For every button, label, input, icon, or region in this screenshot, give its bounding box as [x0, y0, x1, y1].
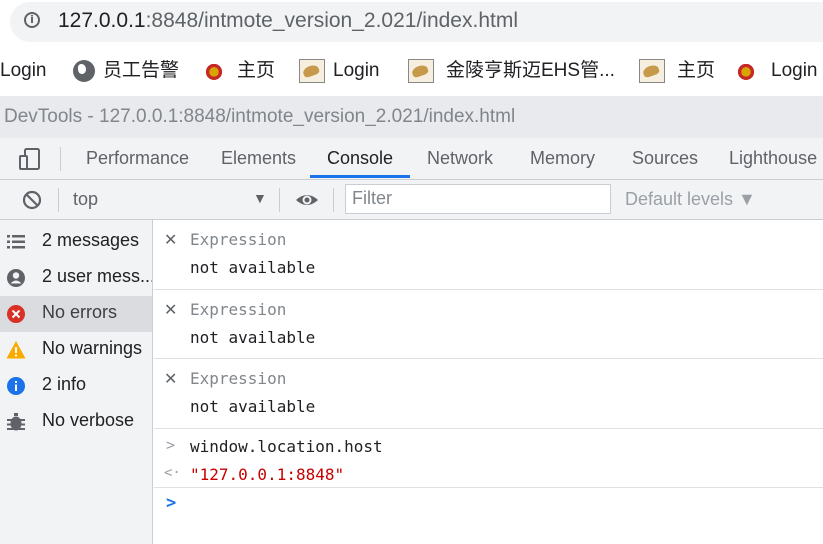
url-text[interactable]: 127.0.0.1:8848/intmote_version_2.021/ind…	[58, 9, 518, 33]
tomcat-icon	[639, 59, 665, 83]
divider	[279, 188, 280, 212]
log-levels-dropdown[interactable]: Default levels ▼	[625, 189, 756, 210]
sidebar-item-label: No verbose	[42, 410, 135, 430]
list-icon	[7, 235, 25, 249]
input-chevron-icon: >	[166, 436, 176, 454]
sidebar-item-label: 2 user mess...	[42, 266, 152, 286]
bookmark-label: 主页	[237, 60, 276, 81]
device-toolbar-icon[interactable]	[18, 147, 42, 171]
expression-value: not available	[190, 258, 316, 277]
console-output-line: "127.0.0.1:8848"	[190, 465, 345, 484]
sidebar-item-errors[interactable]: No errors	[0, 296, 152, 332]
bookmark-label: Login	[771, 60, 818, 81]
remove-expression-icon[interactable]: ✕	[164, 369, 177, 388]
tab-performance[interactable]: Performance	[86, 148, 189, 169]
chevron-down-icon: ▼	[253, 190, 267, 206]
tomcat-icon	[299, 59, 325, 83]
eye-icon[interactable]	[294, 190, 320, 210]
bookmark-label: 主页	[677, 60, 716, 82]
info-icon	[7, 377, 25, 395]
devtools-title: DevTools - 127.0.0.1:8848/intmote_versio…	[4, 106, 516, 127]
divider	[333, 188, 334, 212]
remove-expression-icon[interactable]: ✕	[164, 300, 177, 319]
clear-console-icon[interactable]	[22, 190, 42, 210]
bookmark-employee-alarm[interactable]: 员工告警	[73, 59, 179, 83]
bookmark-login-3[interactable]: Login	[737, 59, 818, 83]
bookmark-login-2[interactable]: Login	[299, 59, 380, 83]
context-label: top	[73, 189, 99, 209]
bookmark-label: Login	[333, 60, 380, 82]
bookmarks-bar: Login 员工告警 主页 Login 金陵亨斯迈EHS管... 主页 Logi…	[0, 46, 823, 96]
expression-value: not available	[190, 328, 316, 347]
sidebar-item-user-messages[interactable]: 2 user mess...	[0, 260, 152, 296]
tab-network[interactable]: Network	[427, 148, 493, 169]
bookmark-label: Login	[0, 60, 47, 81]
bug-icon	[7, 413, 25, 431]
divider	[58, 188, 59, 212]
filter-input[interactable]: Filter	[345, 184, 611, 214]
user-icon	[7, 269, 25, 287]
tab-memory[interactable]: Memory	[530, 148, 595, 169]
console-sidebar: 2 messages 2 user mess... No errors No w…	[0, 220, 153, 544]
console-prompt[interactable]: >	[154, 488, 823, 544]
sidebar-item-label: 2 info	[42, 374, 87, 394]
tab-console[interactable]: Console	[327, 148, 393, 169]
prompt-chevron-icon: >	[166, 493, 177, 513]
live-expression: ✕ Expression not available	[154, 290, 823, 359]
live-expression: ✕ Expression not available	[154, 359, 823, 429]
url-path: :8848/intmote_version_2.021/index.html	[145, 9, 518, 32]
tab-lighthouse[interactable]: Lighthouse	[729, 148, 817, 169]
sidebar-item-label: 2 messages	[42, 230, 140, 250]
sidebar-item-info[interactable]: 2 info	[0, 368, 152, 404]
active-tab-indicator	[310, 175, 410, 178]
globe-icon	[73, 59, 95, 82]
bookmark-home-2[interactable]: 主页	[639, 59, 715, 83]
badge-icon	[205, 61, 223, 80]
devtools-title-bar: DevTools - 127.0.0.1:8848/intmote_versio…	[0, 96, 823, 138]
remove-expression-icon[interactable]: ✕	[164, 230, 177, 249]
tab-elements[interactable]: Elements	[221, 148, 296, 169]
divider	[60, 147, 61, 171]
bookmark-login-1[interactable]: Login	[0, 59, 47, 83]
address-bar: i 127.0.0.1:8848/intmote_version_2.021/i…	[0, 0, 823, 46]
site-info-icon[interactable]: i	[24, 12, 40, 28]
sidebar-item-verbose[interactable]: No verbose	[0, 404, 152, 440]
expression-value: not available	[190, 397, 316, 416]
sidebar-item-messages[interactable]: 2 messages	[0, 224, 152, 260]
console-input-line: window.location.host	[190, 437, 383, 456]
sidebar-item-warnings[interactable]: No warnings	[0, 332, 152, 368]
error-icon	[7, 305, 25, 323]
tomcat-icon	[408, 59, 434, 83]
url-host: 127.0.0.1	[58, 9, 146, 32]
live-expression: ✕ Expression not available	[154, 220, 823, 290]
badge-icon	[737, 61, 755, 80]
sidebar-item-label: No warnings	[42, 338, 143, 358]
sidebar-item-label: No errors	[42, 302, 118, 322]
expression-label[interactable]: Expression	[190, 369, 286, 388]
output-arrow-icon: <·	[164, 465, 181, 481]
bookmark-label: 员工告警	[103, 60, 180, 81]
expression-label[interactable]: Expression	[190, 230, 286, 249]
bookmark-home-1[interactable]: 主页	[205, 59, 275, 83]
bookmark-huntsman-ehs[interactable]: 金陵亨斯迈EHS管...	[408, 59, 615, 83]
bookmark-label: 金陵亨斯迈EHS管...	[446, 60, 615, 82]
warning-icon	[6, 341, 26, 359]
devtools-tab-bar: Performance Elements Console Network Mem…	[0, 138, 823, 180]
expression-label[interactable]: Expression	[190, 300, 286, 319]
tab-sources[interactable]: Sources	[632, 148, 698, 169]
